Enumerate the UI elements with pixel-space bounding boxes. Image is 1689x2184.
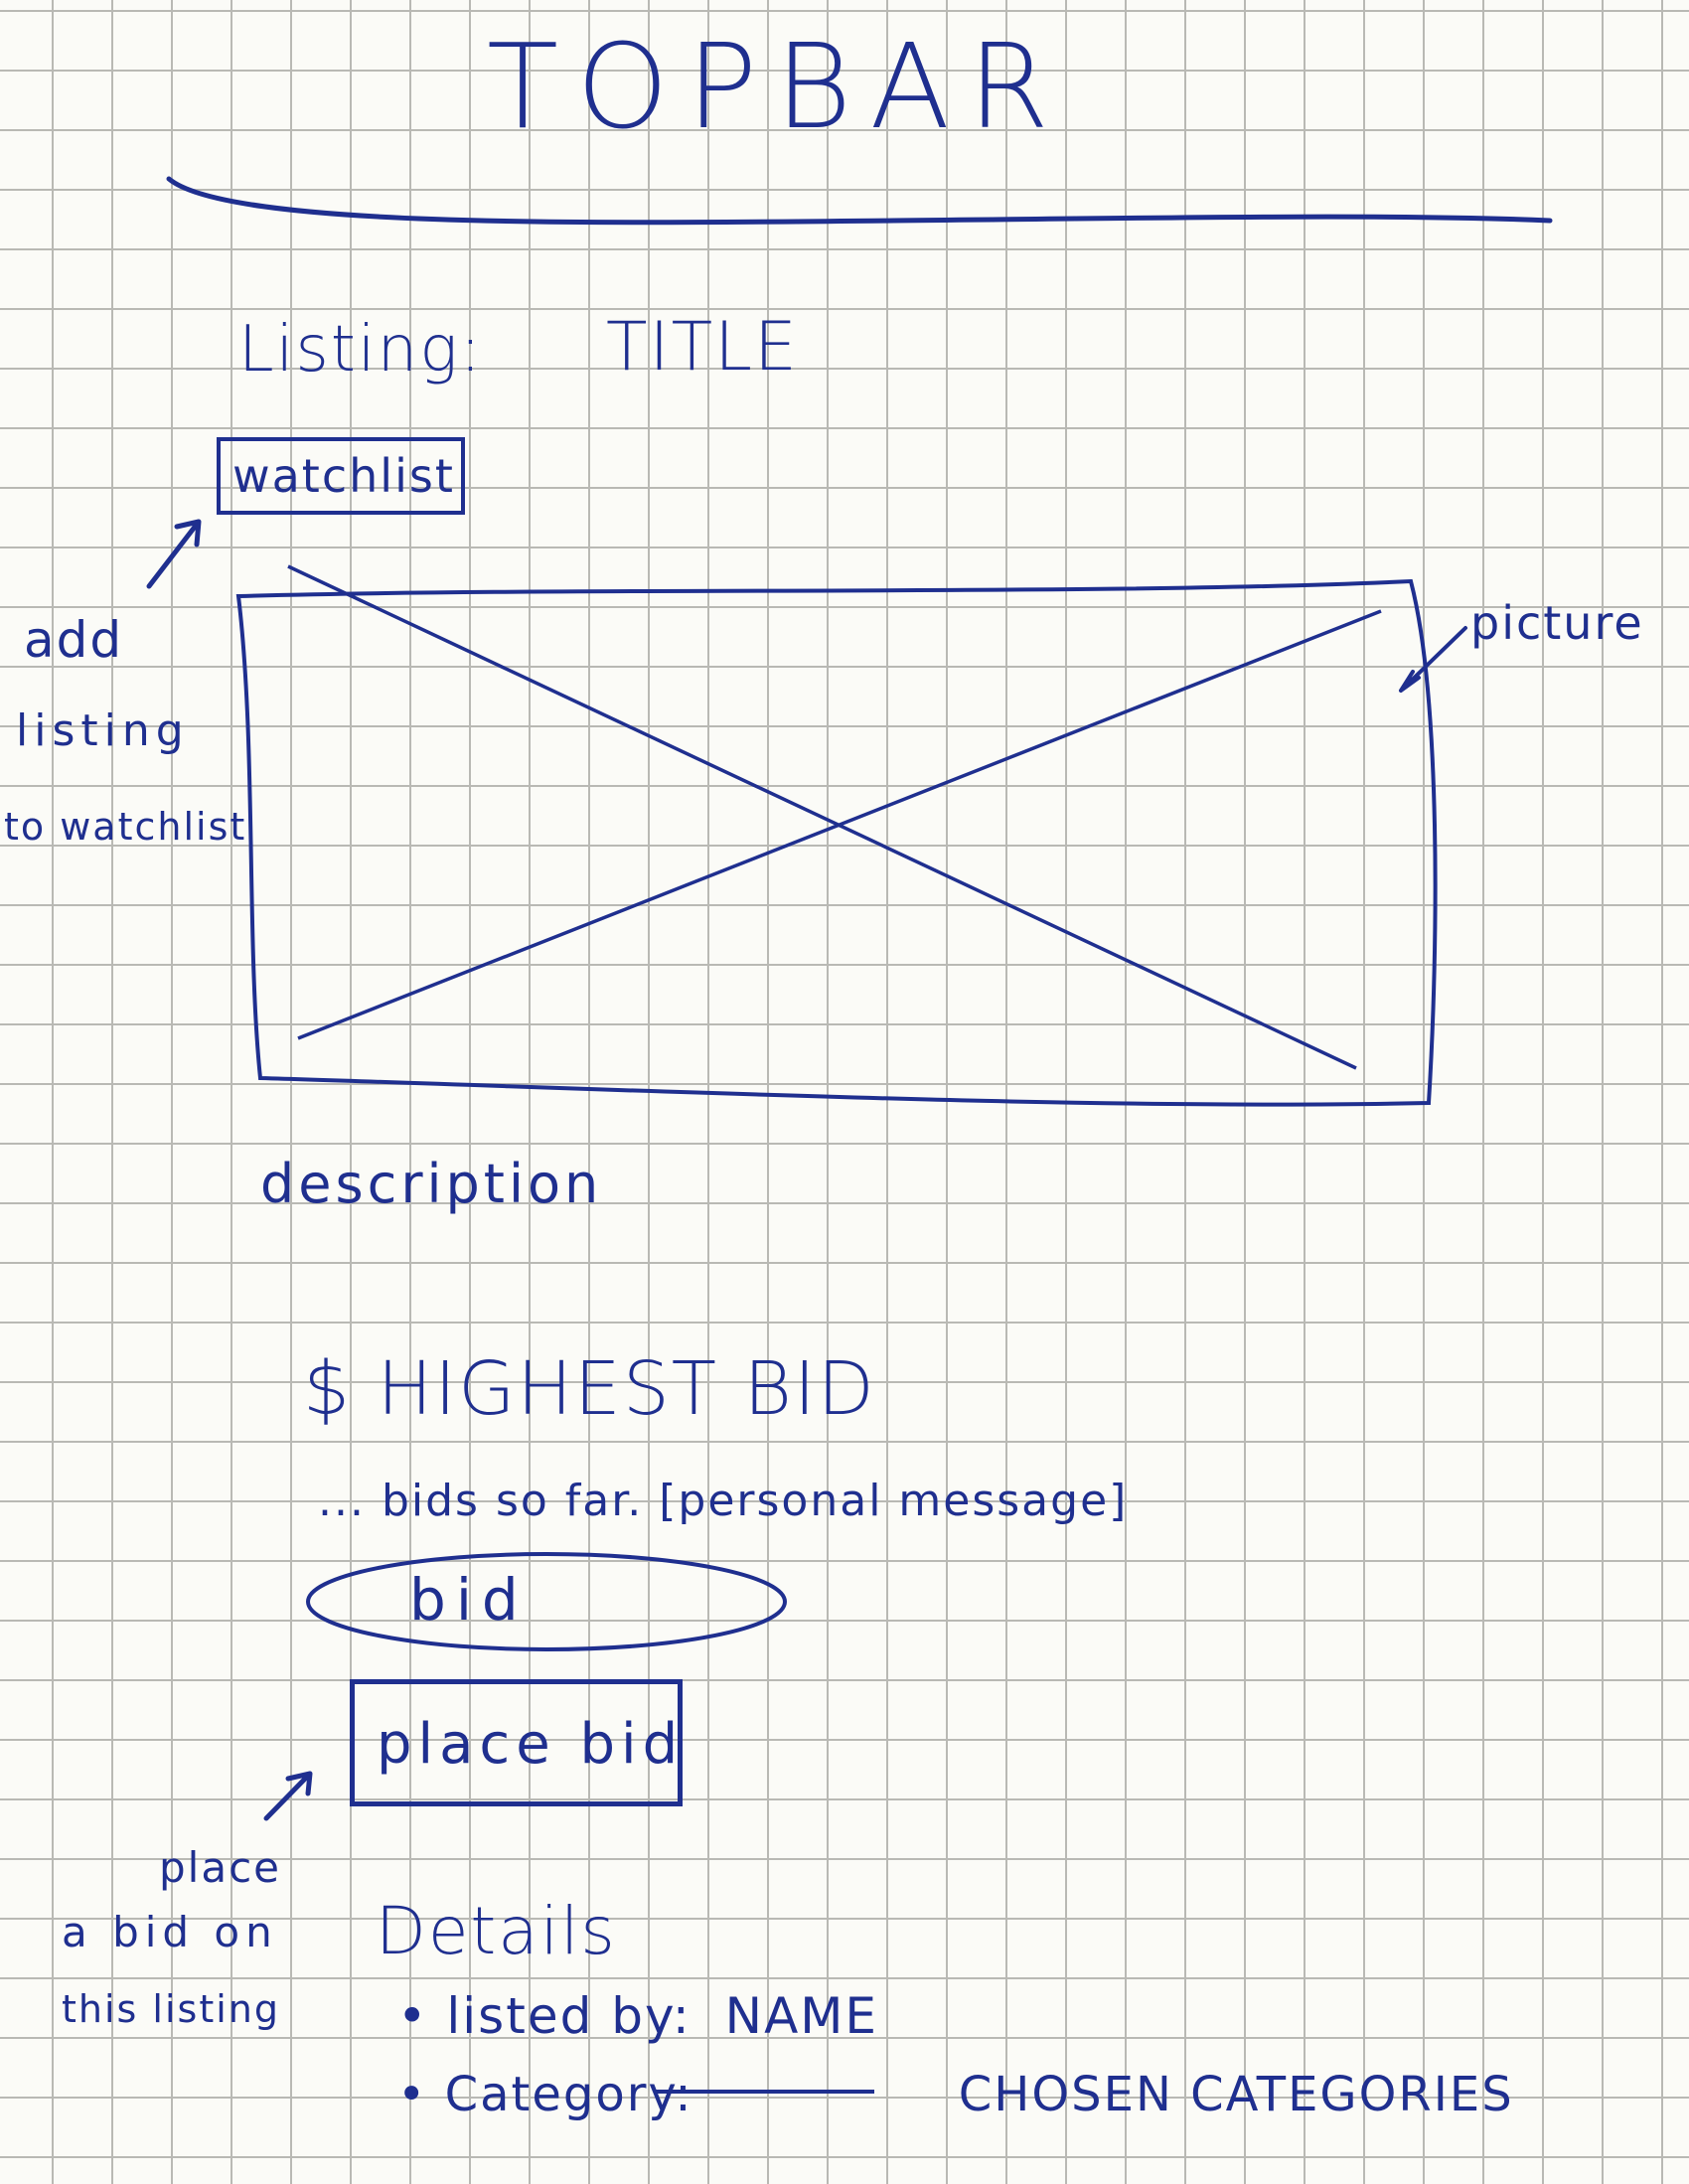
details-item-value: CHOSEN CATEGORIES [958,2067,1514,2122]
details-item-label: Category: [444,2067,693,2122]
bid-input[interactable]: bid [310,1556,785,1647]
watchlist-note-line: listing [16,705,190,756]
watchlist-note-line: to watchlist [4,805,247,849]
details-item-category: • Category: CHOSEN CATEGORIES [397,2067,1514,2122]
picture-label: picture [1470,596,1644,650]
place-bid-button-label: place bid [377,1712,685,1777]
details-item-value: NAME [724,1987,879,2045]
bullet: • [397,2067,445,2122]
watchlist-arrow [146,519,202,589]
wireframe-sheet: { "topbar": { "label": "TOPBAR" }, "list… [0,0,1689,2184]
watchlist-button[interactable]: watchlist [217,437,465,515]
topbar-divider [166,176,1553,226]
picture-placeholder [243,591,1426,1093]
bid-note-line: a bid on [62,1908,278,1956]
bullet: • [397,1987,447,2045]
listing-heading-prefix: Listing: [238,313,484,387]
listing-title: TITLE [606,308,799,387]
description-text: description [260,1153,603,1215]
watchlist-note-line: add [24,611,124,669]
watchlist-button-label: watchlist [232,449,455,503]
details-heading: Details [376,1893,617,1969]
bids-so-far: ... bids so far. [personal message] [318,1476,1129,1526]
details-item-listed-by: • listed by: NAME [397,1987,878,2045]
bid-input-placeholder: bid [409,1566,529,1634]
details-item-label: listed by: [446,1987,691,2045]
place-bid-arrow [263,1771,313,1821]
bid-note-line: this listing [62,1987,280,2031]
bid-note-line: place [159,1843,281,1892]
highest-bid: $ HIGHEST BID [303,1346,876,1432]
place-bid-button[interactable]: place bid [350,1679,683,1806]
